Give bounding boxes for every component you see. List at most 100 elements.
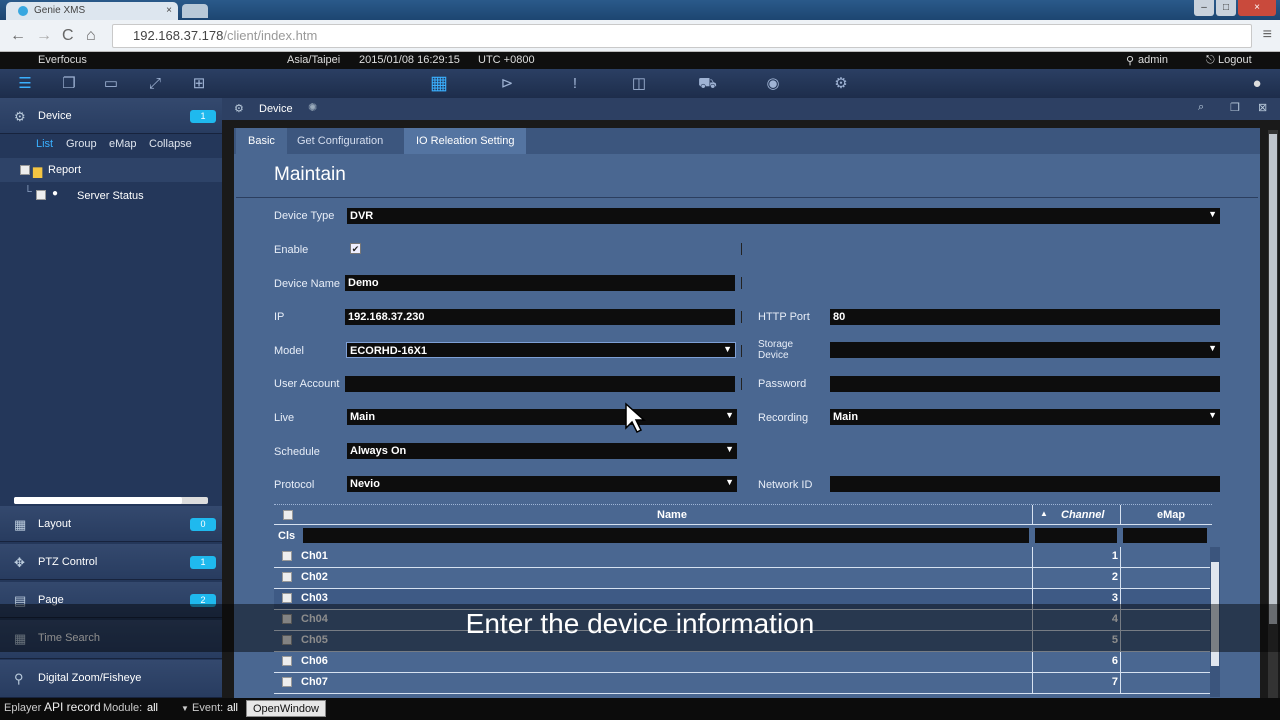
tree-root-checkbox[interactable] [20,165,30,175]
settings-gear-icon[interactable]: ⚙ [832,75,850,93]
layout-split-icon[interactable]: ⊞ [190,75,208,93]
page-scroll-thumb[interactable] [1269,134,1277,624]
tab-get-configuration[interactable]: Get Configuration [285,128,395,154]
table-row[interactable]: Ch06 6 [274,652,1212,673]
forward-icon[interactable]: → [36,27,52,45]
module-select[interactable]: all [147,702,158,714]
filter-channel-input[interactable] [1035,528,1117,543]
tab-io-relation[interactable]: IO Releation Setting [404,128,527,154]
browser-tab[interactable]: Genie XMS × [6,2,178,20]
col-header-channel[interactable]: Channel [1061,509,1104,521]
home-icon[interactable]: ⌂ [86,27,96,45]
grid-header-row: Name ▲ Channel eMap [274,504,1212,526]
table-row[interactable]: Ch01 1 [274,547,1212,568]
windows-icon[interactable]: ❐ [60,75,78,93]
monitor-icon[interactable]: ▭ [102,75,120,93]
column-separator [1120,505,1121,526]
user-account-input[interactable] [345,376,735,392]
alarm-icon[interactable]: ! [566,75,584,93]
ip-input[interactable]: 192.168.37.230 [345,309,735,325]
table-row[interactable]: Ch02 2 [274,568,1212,589]
grid-filter-row: Cls [274,525,1212,547]
sidebar-section-device[interactable]: ⚙ Device 1 [0,98,222,134]
address-bar[interactable]: 192.168.37.178/client/index.htm [112,24,1252,48]
http-port-input[interactable]: 80 [830,309,1220,325]
tree-root-label: Report [48,164,82,176]
live-view-grid-icon[interactable]: ▦ [430,74,448,93]
api-record-label: API record [44,700,101,714]
maximize-icon[interactable]: □ [1216,0,1236,16]
live-select[interactable]: Main ▼ [347,409,737,425]
device-type-select[interactable]: DVR ▼ [347,208,1220,224]
col-header-name[interactable]: Name [657,509,687,521]
row-checkbox[interactable] [282,593,292,603]
tree-child-checkbox[interactable] [36,190,46,200]
network-id-input[interactable] [830,476,1220,492]
profile-icon[interactable]: ● [1248,75,1266,93]
tab-emap[interactable]: eMap [109,138,137,150]
logout-link[interactable]: Logout [1218,54,1252,66]
sidebar-h-scrollbar[interactable] [14,497,208,504]
enable-checkbox[interactable]: ✔ [350,243,361,254]
tab-collapse[interactable]: Collapse [149,138,192,150]
tree-root-row[interactable]: ▆ Report [0,158,222,182]
row-channel: 2 [1111,571,1118,583]
schedule-select[interactable]: Always On ▼ [347,443,737,459]
ptz-icon: ✥ [14,555,25,570]
event-select[interactable]: all [227,702,238,714]
password-input[interactable] [830,376,1220,392]
table-row[interactable]: Ch07 7 [274,673,1212,694]
playback-icon[interactable]: ⊳ [498,75,516,93]
panel-close-icon[interactable]: ⊠ [1258,101,1267,114]
row-checkbox[interactable] [282,551,292,561]
record-icon[interactable]: ◉ [764,75,782,93]
column-separator [1032,673,1033,694]
open-window-button[interactable]: OpenWindow [246,700,326,717]
url-path: /client/index.htm [223,28,318,43]
tab-basic[interactable]: Basic [236,128,287,154]
storage-device-select[interactable]: ▼ [830,342,1220,358]
fullscreen-icon[interactable]: ⤢ [146,75,164,93]
main-panel-header: ⚙ Device ✺ ⌕ ❐ ⊠ [222,98,1280,120]
sidebar-section-digital-zoom[interactable]: ⚲ Digital Zoom/Fisheye [0,660,222,698]
new-tab-button[interactable] [182,4,208,18]
user-account-label: User Account [274,378,340,390]
utc-offset: UTC +0800 [478,54,535,66]
back-icon[interactable]: ← [10,27,26,45]
panel-search-icon[interactable]: ⌕ [1198,101,1204,114]
model-select[interactable]: ECORHD-16X1 ▼ [346,342,736,358]
sidebar-scroll-thumb[interactable] [14,497,182,504]
chevron-down-icon: ▼ [725,444,734,454]
vehicle-icon[interactable]: ⛟ [698,75,717,93]
browser-menu-icon[interactable]: ≡ [1263,26,1272,44]
row-checkbox[interactable] [282,677,292,687]
select-all-checkbox[interactable] [283,510,293,520]
minimize-icon[interactable]: – [1194,0,1214,16]
protocol-select[interactable]: Nevio ▼ [347,476,737,492]
reload-icon[interactable]: C [62,27,74,45]
device-panel-icon: ⚙ [234,103,244,115]
device-name-value: Demo [348,277,379,289]
panel-restore-icon[interactable]: ❐ [1230,101,1240,114]
device-name-input[interactable]: Demo [345,275,735,291]
col-header-emap[interactable]: eMap [1157,509,1185,521]
list-menu-icon[interactable]: ☰ [16,75,34,93]
close-window-icon[interactable]: × [1238,0,1276,16]
browser-toolbar: ← → C ⌂ 192.168.37.178/client/index.htm … [0,20,1280,52]
clear-filter-button[interactable]: Cls [278,530,295,542]
sidebar-section-layout[interactable]: ▦ Layout 0 [0,506,222,542]
tree-child-row[interactable]: └ ● Server Status [0,186,222,206]
column-separator [741,311,742,323]
filter-name-input[interactable] [303,528,1029,543]
tab-close-icon[interactable]: × [166,5,172,20]
tab-list[interactable]: List [36,138,53,150]
device-count-badge: 1 [190,110,216,123]
tab-group[interactable]: Group [66,138,97,150]
row-checkbox[interactable] [282,572,292,582]
filter-emap-input[interactable] [1123,528,1207,543]
door-icon[interactable]: ◫ [630,75,648,93]
row-checkbox[interactable] [282,656,292,666]
sidebar-section-ptz[interactable]: ✥ PTZ Control 1 [0,544,222,580]
recording-select[interactable]: Main ▼ [830,409,1220,425]
chevron-down-icon[interactable]: ▼ [181,704,189,713]
